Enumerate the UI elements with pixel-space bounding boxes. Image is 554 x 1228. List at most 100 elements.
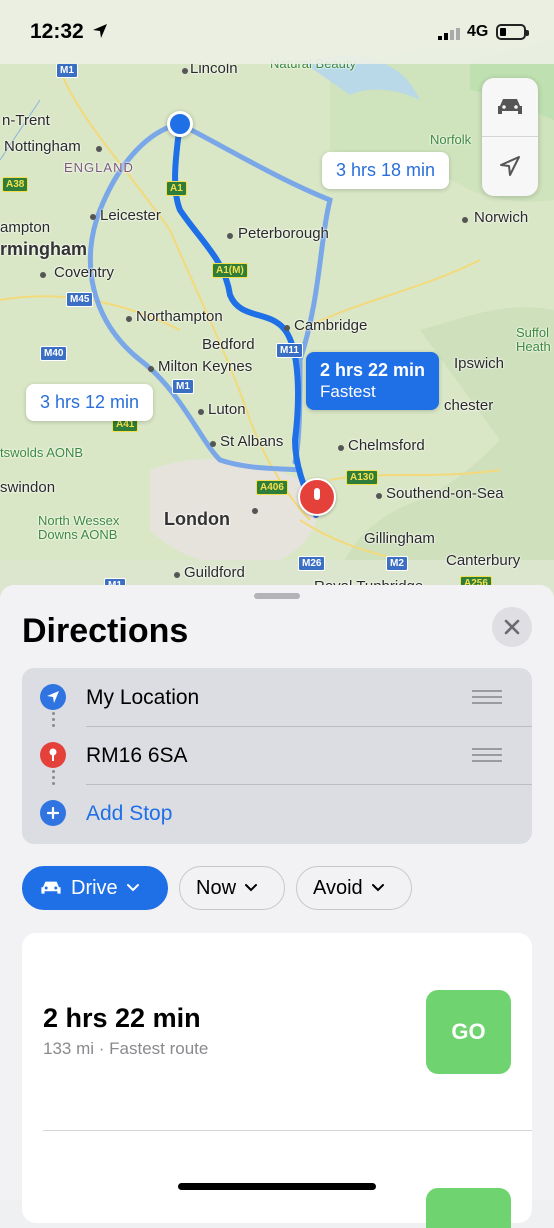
status-time: 12:32 bbox=[30, 20, 84, 43]
park-label: Downs AONB bbox=[38, 527, 118, 542]
place-label: London bbox=[164, 509, 230, 529]
chevron-down-icon bbox=[126, 884, 139, 892]
directions-sheet: Directions My Location RM16 6SA Add Stop… bbox=[0, 585, 554, 1228]
destination-pin-icon[interactable] bbox=[298, 478, 336, 516]
place-label: Nottingham bbox=[4, 138, 81, 155]
place-dot bbox=[126, 316, 132, 322]
park-label: Suffol bbox=[516, 325, 550, 340]
plus-icon bbox=[40, 800, 66, 826]
add-stop-row[interactable]: Add Stop bbox=[22, 784, 532, 842]
route-subtitle: 133 mi · Fastest route bbox=[43, 1039, 209, 1058]
road-shield: A130 bbox=[346, 470, 378, 485]
road-shield: A38 bbox=[2, 177, 29, 192]
place-label: Leicester bbox=[100, 207, 161, 224]
place-label: rmingham bbox=[0, 239, 88, 259]
route-time-label: 3 hrs 12 min bbox=[40, 392, 140, 412]
place-dot bbox=[376, 493, 382, 499]
drag-handle-icon[interactable] bbox=[472, 690, 502, 708]
place-label: Gillingham bbox=[364, 530, 435, 547]
route-card[interactable]: 2 hrs 22 min 133 mi · Fastest route GO bbox=[22, 933, 532, 1228]
park-label: Norfolk bbox=[430, 132, 472, 147]
place-label: Bedford bbox=[202, 336, 255, 353]
place-label: Cambridge bbox=[294, 317, 368, 334]
close-icon bbox=[504, 619, 520, 635]
waypoint-origin[interactable]: My Location bbox=[22, 668, 532, 726]
place-dot bbox=[90, 214, 96, 220]
chip-label: Drive bbox=[71, 876, 118, 899]
route-time-label: 3 hrs 18 min bbox=[336, 160, 436, 180]
route-duration: 2 hrs 22 min bbox=[43, 1003, 201, 1033]
network-type: 4G bbox=[467, 23, 489, 40]
place-label: Chelmsford bbox=[348, 437, 425, 454]
location-arrow-icon bbox=[40, 684, 66, 710]
current-location-dot bbox=[167, 111, 193, 137]
road-shield: M11 bbox=[276, 343, 303, 358]
go-button-secondary[interactable] bbox=[426, 1188, 511, 1228]
map-controls bbox=[482, 78, 538, 196]
place-label: Luton bbox=[208, 401, 246, 418]
road-shield: M26 bbox=[298, 556, 326, 571]
place-dot bbox=[174, 572, 180, 578]
waypoint-destination[interactable]: RM16 6SA bbox=[22, 726, 532, 784]
recenter-button[interactable] bbox=[482, 137, 538, 195]
route-time-label: 2 hrs 22 min bbox=[320, 360, 426, 380]
place-label: St Albans bbox=[220, 433, 284, 450]
home-indicator[interactable] bbox=[178, 1183, 376, 1190]
add-stop-label: Add Stop bbox=[86, 802, 173, 825]
place-label: chester bbox=[444, 397, 494, 414]
waypoint-label: My Location bbox=[86, 686, 200, 709]
road-shield: M40 bbox=[40, 346, 68, 361]
place-label: Canterbury bbox=[446, 552, 521, 569]
place-dot bbox=[227, 233, 233, 239]
car-icon bbox=[41, 881, 61, 894]
battery-icon bbox=[496, 24, 529, 40]
map-view[interactable]: Lincoln n-Trent Nottingham ENGLAND Leice… bbox=[0, 0, 554, 600]
place-dot bbox=[338, 445, 344, 451]
place-label: swindon bbox=[0, 479, 56, 496]
status-bar: 12:32 4G bbox=[0, 0, 554, 64]
route-bubble-alt2[interactable]: 3 hrs 12 min bbox=[26, 384, 154, 421]
car-icon bbox=[498, 99, 522, 114]
place-dot bbox=[252, 508, 258, 514]
place-label: n-Trent bbox=[2, 112, 50, 129]
sheet-title: Directions bbox=[22, 612, 189, 650]
place-label: Coventry bbox=[54, 264, 115, 281]
region-label: ENGLAND bbox=[64, 160, 134, 175]
avoid-chip[interactable]: Avoid bbox=[296, 866, 412, 910]
place-label: Northampton bbox=[136, 308, 223, 325]
route-bubble-alt1[interactable]: 3 hrs 18 min bbox=[322, 152, 450, 189]
place-label: Norwich bbox=[474, 209, 529, 226]
cellular-signal-icon bbox=[438, 28, 460, 40]
park-label: North Wessex bbox=[38, 513, 120, 528]
sheet-grabber[interactable] bbox=[254, 593, 300, 599]
route-bubble-fastest[interactable]: 2 hrs 22 min Fastest bbox=[306, 352, 440, 410]
go-button[interactable]: GO bbox=[426, 990, 511, 1074]
chip-label: Avoid bbox=[313, 876, 363, 899]
road-shield: M2 bbox=[386, 556, 408, 571]
park-label: tswolds AONB bbox=[0, 445, 84, 460]
chip-label: Now bbox=[196, 876, 237, 899]
road-shield: A1 bbox=[166, 181, 187, 196]
road-shield: A406 bbox=[256, 480, 288, 495]
divider bbox=[43, 1130, 532, 1131]
place-dot bbox=[462, 217, 468, 223]
road-shield: M1 bbox=[56, 63, 78, 78]
road-shield: M45 bbox=[66, 292, 94, 307]
transport-mode-button[interactable] bbox=[482, 78, 538, 136]
map-pin-icon bbox=[40, 742, 66, 768]
place-label: Southend-on-Sea bbox=[386, 485, 504, 502]
place-label: Peterborough bbox=[238, 225, 329, 242]
waypoint-list: My Location RM16 6SA Add Stop bbox=[22, 668, 532, 844]
road-shield: M1 bbox=[172, 379, 194, 394]
drive-chip[interactable]: Drive bbox=[22, 866, 168, 910]
location-services-icon bbox=[93, 24, 107, 38]
chevron-down-icon bbox=[371, 884, 384, 892]
place-label: Ipswich bbox=[454, 355, 505, 372]
place-dot bbox=[96, 146, 102, 152]
drag-handle-icon[interactable] bbox=[472, 748, 502, 766]
place-label: Milton Keynes bbox=[158, 358, 253, 375]
close-button[interactable] bbox=[492, 607, 532, 647]
time-chip[interactable]: Now bbox=[179, 866, 285, 910]
place-label: ampton bbox=[0, 219, 51, 236]
location-arrow-icon bbox=[500, 156, 520, 176]
